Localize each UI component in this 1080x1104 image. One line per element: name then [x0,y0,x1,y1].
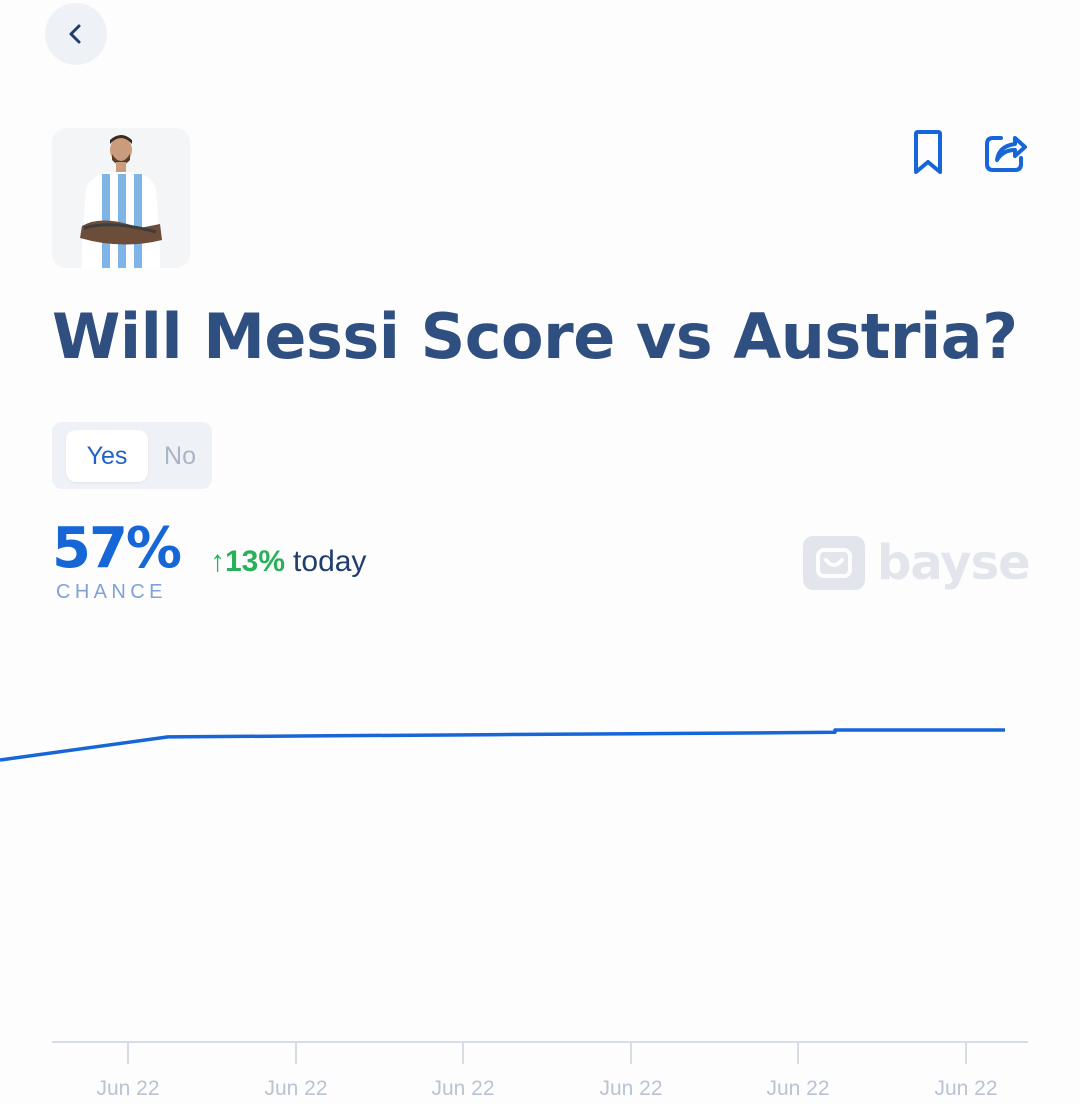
x-tick-label: Jun 22 [431,1077,494,1100]
series-line-yes [0,728,1005,762]
x-tick-label: Jun 22 [766,1077,829,1100]
price-chart: Jun 22 Jun 22 Jun 22 Jun 22 Jun 22 Jun 22 [0,728,1028,1100]
x-tick-label: Jun 22 [96,1077,159,1100]
x-tick-label: Jun 22 [934,1077,997,1100]
x-tick-label: Jun 22 [264,1077,327,1100]
x-tick-label: Jun 22 [599,1077,662,1100]
